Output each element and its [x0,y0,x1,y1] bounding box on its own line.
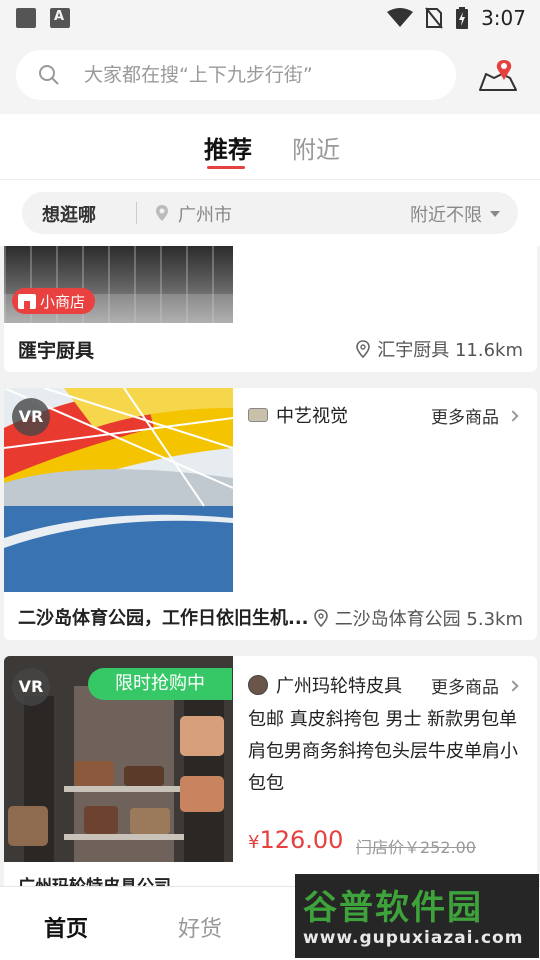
price-value: 126.00 [259,826,344,854]
filter-label: 想逛哪 [42,205,96,226]
filter-bar-container: 想逛哪 广州市 附近不限 [0,180,540,246]
filter-divider [136,202,137,224]
tab-bar: 推荐 附近 [0,114,540,180]
scene-location-text: 二沙岛体育公园 5.3km [334,609,523,630]
search-bar[interactable] [16,50,456,100]
scene-location: 二沙岛体育公园 5.3km [313,605,523,631]
vr-badge: VR [12,668,50,706]
vr-scene-card[interactable]: VR 中艺视觉 更多商品 二沙岛体育公园，工作日依旧生机... 二沙岛体育公园 … [4,388,537,640]
store-header[interactable]: 广州玛轮特皮具 [248,672,402,698]
distance-range-selector[interactable]: 附近不限 [410,201,482,227]
location-pin-icon [356,340,371,358]
watermark-url: www.gupuxiazai.com [303,928,524,948]
nav-home[interactable]: 首页 [44,911,88,943]
currency-symbol: ¥ [248,832,260,853]
more-products-label: 更多商品 [431,678,499,698]
font-icon [50,8,70,28]
product-card[interactable]: VR 限时抢购中 广州玛轮特皮具 更多商品 包邮 真皮斜挎包 男士 新款男包单肩… [4,656,537,896]
shop-location: 汇宇厨具 11.6km [355,336,523,362]
product-title[interactable]: 包邮 真皮斜挎包 男士 新款男包单肩包男商务斜挎包头层牛皮单肩小包包 [248,704,528,800]
more-products-link[interactable]: 更多商品 [431,673,519,698]
status-time: 3:07 [481,6,526,30]
store-name: 广州玛轮特皮具 [276,676,402,697]
status-bar: 3:07 [0,0,540,36]
store-logo-icon [248,408,268,422]
map-pin-icon [479,60,517,91]
more-products-link[interactable]: 更多商品 [431,403,519,428]
header [0,36,540,114]
shop-image[interactable]: 小商店 [4,246,233,323]
store-name: 中艺视觉 [276,406,348,427]
no-sim-icon [425,7,443,29]
filter-bar[interactable]: 想逛哪 广州市 附近不限 [22,192,518,234]
more-products-label: 更多商品 [431,408,499,428]
shop-location-text: 汇宇厨具 11.6km [377,340,523,361]
chevron-right-icon [507,679,519,692]
battery-charging-icon [456,7,469,29]
shop-icon [18,293,36,309]
location-pin-icon [156,205,168,221]
product-store-image[interactable]: VR 限时抢购中 [4,656,233,862]
tab-nearby[interactable]: 附近 [292,130,340,165]
nav-good-items[interactable]: 好货 [178,911,222,943]
shop-card[interactable]: 小商店 匯宇厨具 汇宇厨具 11.6km [4,246,537,372]
city-selector[interactable]: 广州市 [178,201,232,227]
store-avatar [248,675,268,695]
vr-badge: VR [12,398,50,436]
watermark-title: 谷普软件园 [303,888,483,928]
caret-down-icon [490,211,500,217]
product-price: ¥126.00 [248,826,343,854]
vr-scene-image[interactable]: VR [4,388,233,592]
location-pin-icon [313,609,328,627]
map-location-button[interactable] [476,56,520,96]
shop-name: 匯宇厨具 [18,340,95,362]
small-shop-badge: 小商店 [12,288,96,314]
tab-active-indicator [207,166,245,169]
site-watermark: 谷普软件园 www.gupuxiazai.com [295,874,539,958]
wifi-icon [387,8,414,27]
search-input[interactable] [84,50,444,100]
scene-title: 二沙岛体育公园，工作日依旧生机... [18,608,309,629]
original-price: 门店价￥252.00 [356,838,476,857]
search-icon [39,65,59,85]
tab-recommend[interactable]: 推荐 [204,130,252,165]
image-icon [16,8,36,28]
store-header[interactable]: 中艺视觉 [248,402,348,428]
flash-sale-badge: 限时抢购中 [88,668,232,700]
small-shop-badge-label: 小商店 [40,292,86,311]
chevron-right-icon [507,409,519,422]
